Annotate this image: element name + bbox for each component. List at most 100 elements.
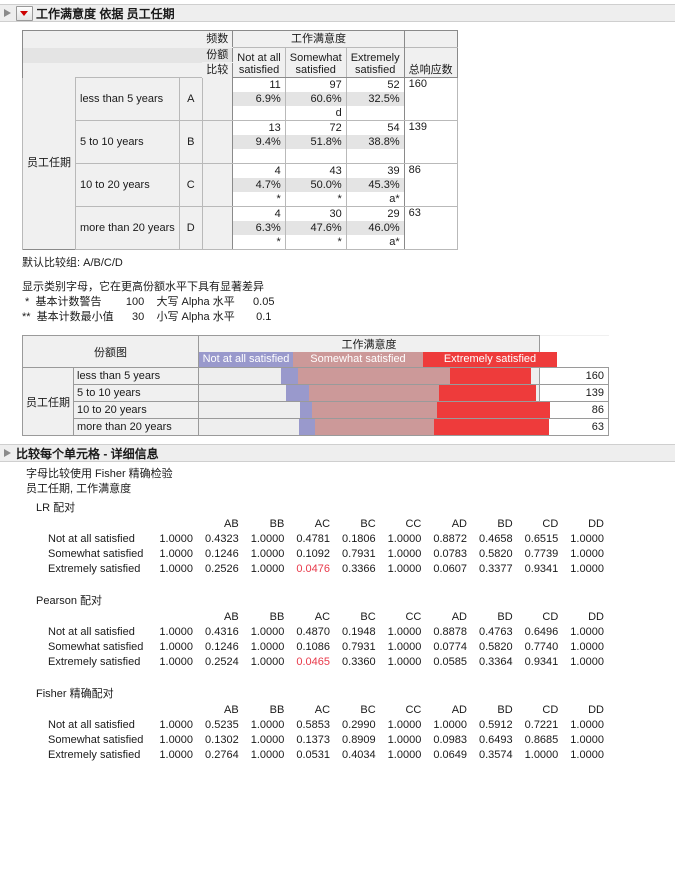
pvalue-header-row: AB BB AC BC CC AD BD CD DD <box>48 610 604 625</box>
row-total: 160 <box>403 77 458 121</box>
cell-count: 29 <box>346 207 404 221</box>
pvalue-cell: 1.0000 <box>387 749 422 761</box>
mosaic-segment <box>298 419 315 435</box>
pvalue-cell: 1.0000 <box>570 749 604 761</box>
disclosure-triangle-icon[interactable] <box>2 8 13 19</box>
main-section-header[interactable]: 工作满意度 依据 员工任期 <box>0 4 675 22</box>
pvalue-cell: 0.5912 <box>478 719 513 731</box>
total-responses-header: 总响应数 <box>403 47 458 78</box>
pvalue-cell: 1.0000 <box>159 563 194 575</box>
cell-share: 32.5% <box>346 92 404 106</box>
pvalue-cell: 0.9341 <box>524 656 559 668</box>
pvalue-cell-significant: 0.0465 <box>296 656 331 668</box>
table-row: 10 to 20 years C 4 4.7% * 43 50.0% * 39 45.3% a* 86 <box>23 163 458 207</box>
pvalue-col-header: AD <box>451 611 467 623</box>
pvalue-cell: 1.0000 <box>570 734 604 746</box>
pvalue-table-caption: Pearson 配对 <box>36 595 103 607</box>
row-total: 63 <box>403 206 458 250</box>
legend-spacer <box>201 77 234 121</box>
pvalue-header-row: AB BB AC BC CC AD BD CD DD <box>48 517 604 532</box>
cell-count: 4 <box>233 164 285 178</box>
red-triangle-menu-icon[interactable] <box>16 5 33 21</box>
pvalue-cell: 1.0000 <box>524 749 559 761</box>
share-chart-header-row: 份额图 工作满意度 <box>22 335 609 368</box>
cell-compare: * <box>285 235 346 249</box>
pvalue-col-header: DD <box>588 611 604 623</box>
pvalue-cell: 0.0607 <box>433 563 467 575</box>
pvalue-col-header: BB <box>269 704 285 716</box>
pvalue-cell-significant: 0.0476 <box>296 563 331 575</box>
pvalue-cell: 1.0000 <box>159 656 194 668</box>
pvalue-col-header: BC <box>360 704 376 716</box>
cell-count: 97 <box>285 78 346 92</box>
pvalue-table-caption: Fisher 精确配对 <box>36 688 114 700</box>
pvalue-cell: 1.0000 <box>570 656 604 668</box>
pvalue-cell: 0.4763 <box>478 626 513 638</box>
pvalue-row-label: Extremely satisfied <box>48 749 141 761</box>
pvalue-cell: 1.0000 <box>433 719 467 731</box>
detail-section-header[interactable]: 比较每个单元格 - 详细信息 <box>0 444 675 462</box>
pvalue-cell: 1.0000 <box>159 626 194 638</box>
disclosure-triangle-icon-detail[interactable] <box>2 448 13 459</box>
corner-blank-2 <box>22 47 203 63</box>
pvalue-cell: 0.0649 <box>433 749 467 761</box>
pvalue-cell: 0.8909 <box>342 734 376 746</box>
data-cell: 13 9.4% <box>232 120 286 164</box>
column-header: Extremely satisfied <box>345 47 405 78</box>
variables-line: 员工任期, 工作满意度 <box>26 483 132 495</box>
mosaic-segment <box>433 419 549 435</box>
pvalue-cell: 0.1302 <box>205 734 239 746</box>
pvalue-cell: 1.0000 <box>250 563 285 575</box>
pvalue-cell: 0.7740 <box>524 641 559 653</box>
legend-count: 频数 <box>202 30 233 48</box>
share-chart-bar-cell <box>198 367 540 385</box>
pvalue-cell: 1.0000 <box>387 656 422 668</box>
pvalue-cell: 1.0000 <box>570 641 604 653</box>
pvalue-cell: 1.0000 <box>159 641 194 653</box>
pvalue-cell: 0.7739 <box>524 548 559 560</box>
pvalue-col-header: CC <box>405 518 422 530</box>
contingency-table-container: 频数 工作满意度 份额 Not at all satisfied Somewhat sati… <box>22 30 675 250</box>
row-label: more than 20 years <box>75 206 180 250</box>
pvalue-row-label: Not at all satisfied <box>48 719 135 731</box>
row-letter: D <box>178 206 203 250</box>
share-chart-row-label: 5 to 10 years <box>73 384 199 402</box>
cell-count: 43 <box>285 164 346 178</box>
pvalue-col-header: AC <box>314 518 331 530</box>
pvalue-col-header: BC <box>360 518 376 530</box>
pvalue-cell: 1.0000 <box>387 563 422 575</box>
table-row: 员工任期 less than 5 years A 11 6.9% 97 60.6% d 52 32… <box>22 77 458 250</box>
pvalue-col-header <box>147 703 193 718</box>
column-header: Not at all satisfied <box>232 47 286 78</box>
pvalue-col-header: AB <box>224 704 239 716</box>
note-line-2: ** 基本计数最小值 30 小写 Alpha 水平 0.1 <box>22 311 272 323</box>
share-chart-group-label: 工作满意度 <box>198 335 540 352</box>
row-label: less than 5 years <box>75 77 180 121</box>
cell-compare <box>285 149 346 163</box>
legend-description: 显示类别字母，它在更高份额水平下具有显著差异 <box>22 281 264 293</box>
cell-count: 4 <box>233 207 285 221</box>
pvalue-col-header: BC <box>360 611 376 623</box>
pvalue-table: AB BB AC BC CC AD BD CD DD Not at all satisfied 1.… <box>48 703 604 763</box>
detail-title: 比较每个单元格 - 详细信息 <box>16 446 159 461</box>
pvalue-cell: 0.1246 <box>205 548 239 560</box>
pvalue-col-header: AB <box>224 518 239 530</box>
pvalue-cell: 0.7221 <box>524 719 559 731</box>
share-chart-row-variable: 员工任期 <box>22 367 74 436</box>
cell-compare <box>233 106 285 120</box>
pvalue-block: Fisher 精确配对 AB BB AC BC CC AD BD CD DD Not at all … <box>26 687 675 763</box>
share-chart-bar-cell <box>198 401 550 419</box>
pvalue-cell: 0.7931 <box>342 641 376 653</box>
pvalue-cell: 0.1092 <box>296 548 331 560</box>
pvalue-col-header: AD <box>451 518 467 530</box>
pvalue-cell: 1.0000 <box>250 533 285 545</box>
row-letter: C <box>178 163 203 207</box>
pvalue-header-row: AB BB AC BC CC AD BD CD DD <box>48 703 604 718</box>
pvalue-cell: 1.0000 <box>387 533 422 545</box>
pvalue-cell: 1.0000 <box>250 734 285 746</box>
share-chart-title: 份额图 <box>22 335 199 368</box>
pvalue-row-label: Somewhat satisfied <box>48 548 144 560</box>
row-variable-label: 员工任期 <box>22 77 76 250</box>
data-cell: 30 47.6% * <box>284 206 347 250</box>
pvalue-cell: 0.6493 <box>478 734 513 746</box>
